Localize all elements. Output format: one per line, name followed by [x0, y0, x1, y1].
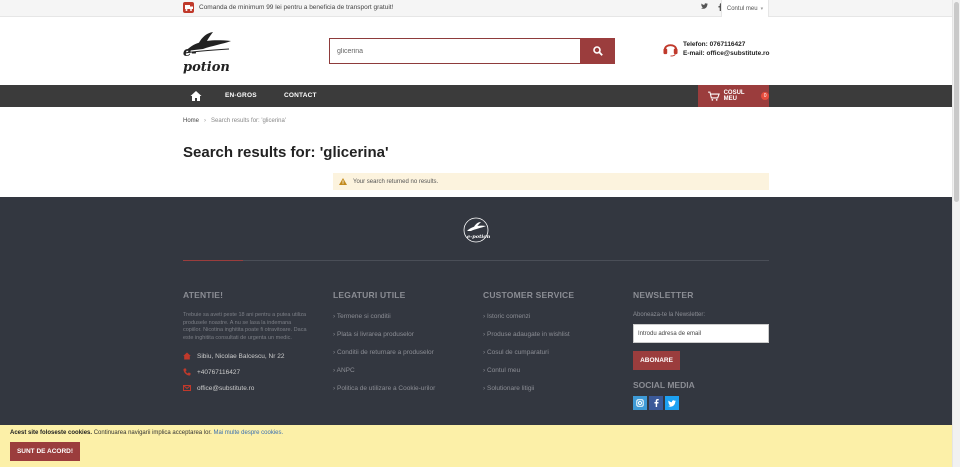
search-bar [329, 38, 615, 64]
footer-email: office@substitute.ro [183, 384, 311, 392]
cookie-bold-text: Acest site foloseste cookies. [10, 430, 93, 436]
shipping-notice: Comanda de minimum 99 lei pentru a benef… [183, 2, 393, 13]
footer-warning-text: Trebuie sa aveti peste 18 ani pentru a p… [183, 312, 307, 341]
footer-link[interactable]: › Plata si livrarea produselor [333, 331, 435, 338]
scrollbar-thumb[interactable] [954, 2, 959, 202]
phone-icon [183, 368, 191, 376]
footer-col-links: LEGATURI UTILE › Termene si conditii › P… [333, 290, 435, 403]
search-input[interactable] [329, 38, 580, 64]
nav-item-contact[interactable]: CONTACT [284, 92, 317, 99]
footer-email-text[interactable]: office@substitute.ro [197, 385, 254, 392]
scrollbar[interactable] [952, 0, 960, 467]
main-nav: EN-GROS CONTACT COSUL MEU 0 [0, 85, 960, 107]
footer-heading: ATENTIE! [183, 290, 224, 300]
footer-col-newsletter: NEWSLETTER Aboneaza-te la Newsletter: In… [633, 290, 769, 410]
search-icon [592, 46, 603, 56]
cookie-accept-button[interactable]: SUNT DE ACORD! [10, 442, 80, 461]
newsletter-email-input[interactable]: Introdu adresa de email [633, 324, 769, 343]
twitter-icon[interactable] [665, 396, 679, 410]
headset-icon [663, 44, 678, 57]
breadcrumb: Home › Search results for: 'glicerina' [183, 118, 286, 124]
cookie-text: Acest site foloseste cookies. Continuare… [10, 430, 283, 436]
warning-icon [339, 178, 347, 185]
cookie-banner: Acest site foloseste cookies. Continuare… [0, 425, 952, 467]
logo-text: e-potion [183, 45, 230, 75]
cart-icon [708, 91, 720, 101]
facebook-icon[interactable] [649, 396, 663, 410]
footer-col-customer-service: CUSTOMER SERVICE › Istoric comenzi › Pro… [483, 290, 574, 403]
notice-text: Your search returned no results. [353, 178, 439, 185]
footer-link[interactable]: › Contul meu [483, 367, 574, 374]
instagram-icon[interactable] [633, 396, 647, 410]
site-logo[interactable]: e-potion [183, 31, 235, 75]
footer-address: Sibiu, Nicolae Balcescu, Nr 22 [183, 352, 311, 360]
cart-count-badge: 0 [761, 92, 770, 100]
account-label: Contul meu [726, 5, 758, 12]
footer-link[interactable]: › Cosul de cumparaturi [483, 349, 574, 356]
nav-item-en-gros[interactable]: EN-GROS [225, 92, 257, 99]
social-media-icons [633, 396, 769, 410]
newsletter-subtitle: Aboneaza-te la Newsletter: [633, 312, 706, 318]
shipping-text: Comanda de minimum 99 lei pentru a benef… [199, 4, 394, 11]
header-email: E-mail: office@substitute.ro [683, 50, 770, 57]
search-button[interactable] [580, 38, 615, 64]
footer-link[interactable]: › Istoric comenzi [483, 313, 574, 320]
cart-button[interactable]: COSUL MEU 0 [698, 85, 770, 107]
newsletter-subscribe-button[interactable]: ABONARE [633, 351, 680, 370]
mail-icon [183, 385, 191, 391]
breadcrumb-home[interactable]: Home [183, 118, 199, 124]
account-dropdown[interactable]: Contul meu ▾ [721, 0, 769, 17]
footer-link[interactable]: › Produse adaugate in wishlist [483, 331, 574, 338]
svg-text:e-potion: e-potion [467, 234, 490, 240]
breadcrumb-current: Search results for: 'glicerina' [211, 118, 287, 124]
footer-logo-icon: e-potion [463, 217, 490, 243]
footer-link[interactable]: › Solutionare litigii [483, 385, 574, 392]
footer-link[interactable]: › ANPC [333, 367, 435, 374]
page-title: Search results for: 'glicerina' [183, 144, 389, 161]
header-phone: Telefon: 0767116427 [683, 41, 746, 48]
footer-link[interactable]: › Conditii de returnare a produselor [333, 349, 435, 356]
footer-phone: +40767116427 [183, 368, 311, 376]
site-header: e-potion Telefon: 0767116427 E-mail: off… [0, 17, 960, 85]
cart-label: COSUL MEU [723, 90, 745, 102]
truck-icon [183, 2, 194, 13]
home-icon [183, 352, 191, 360]
footer-phone-text: +40767116427 [197, 368, 241, 376]
home-icon[interactable] [190, 90, 202, 102]
cookie-body-text: Continuarea navigarii implica acceptarea… [93, 430, 212, 436]
footer-address-text: Sibiu, Nicolae Balcescu, Nr 22 [197, 352, 285, 360]
social-media-heading: SOCIAL MEDIA [633, 380, 695, 390]
footer-link[interactable]: › Termene si conditii [333, 313, 435, 320]
top-bar: Comanda de minimum 99 lei pentru a benef… [0, 0, 960, 17]
footer-link[interactable]: › Politica de utilizare a Cookie-urilor [333, 385, 435, 392]
page: Comanda de minimum 99 lei pentru a benef… [0, 0, 960, 467]
twitter-icon[interactable] [701, 3, 708, 13]
footer-heading: NEWSLETTER [633, 290, 694, 300]
header-contact: Telefon: 0767116427 E-mail: office@subst… [663, 40, 770, 58]
footer-heading: CUSTOMER SERVICE [483, 290, 575, 300]
footer-divider [183, 260, 769, 261]
breadcrumb-separator: › [204, 118, 207, 124]
footer-col-attention: ATENTIE! Trebuie sa aveti peste 18 ani p… [183, 290, 311, 392]
chevron-down-icon: ▾ [760, 5, 764, 12]
no-results-notice: Your search returned no results. [333, 173, 769, 190]
cookie-more-link[interactable]: Mai multe despre cookies. [213, 430, 283, 436]
footer-heading: LEGATURI UTILE [333, 290, 406, 300]
